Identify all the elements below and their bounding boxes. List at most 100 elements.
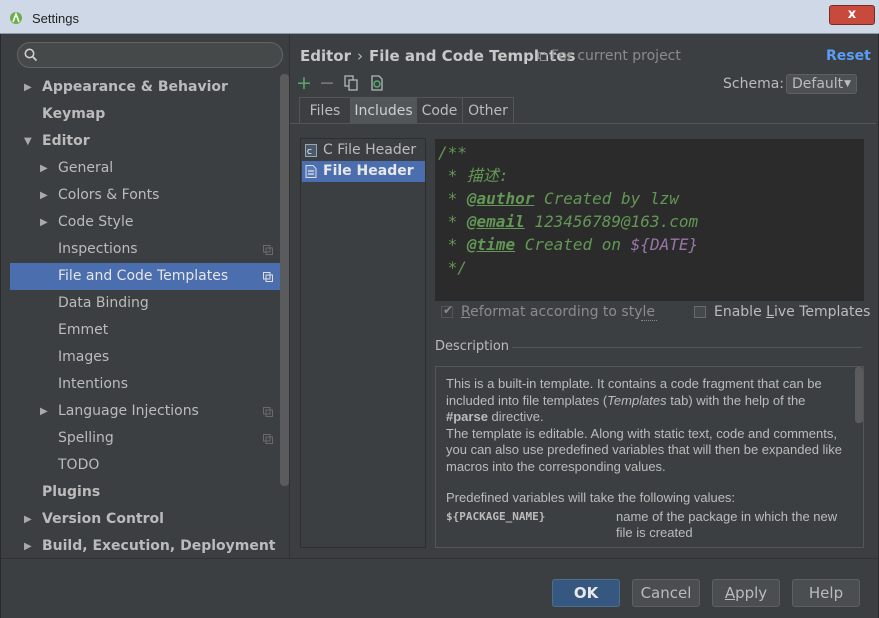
breadcrumb-separator: ›: [357, 47, 363, 65]
tree-item[interactable]: Intentions: [10, 371, 289, 398]
tree-item-label: Colors & Fonts: [58, 187, 160, 203]
search-icon: [24, 48, 38, 62]
description-text: 描述:: [466, 166, 509, 185]
tree-item[interactable]: Images: [10, 344, 289, 371]
comment-prefix: *: [438, 235, 467, 254]
copy-template-icon[interactable]: [344, 75, 358, 91]
tree-item[interactable]: Plugins: [10, 479, 289, 506]
tree-item-label: Version Control: [42, 511, 164, 527]
panel-divider: [289, 34, 290, 558]
email-text: 123456789@163.com: [524, 212, 699, 231]
svg-text:C: C: [307, 148, 312, 156]
description-paragraph: The template is editable. Along with sta…: [446, 425, 843, 474]
code-line: * @author Created by lzw: [438, 187, 679, 210]
close-button[interactable]: x: [829, 5, 875, 25]
tree-item-label: Code Style: [58, 214, 134, 230]
apply-button[interactable]: Apply: [712, 579, 780, 607]
button-bar-divider: [1, 558, 878, 559]
add-template-button[interactable]: +: [296, 74, 312, 93]
tab-code[interactable]: Code: [416, 97, 463, 123]
live-label-rest: ive Templates: [773, 304, 871, 320]
code-line: /**: [438, 141, 467, 164]
chevron-right-icon[interactable]: ▶: [24, 506, 32, 533]
chevron-down-icon[interactable]: ▼: [24, 128, 32, 155]
tree-item[interactable]: Keymap: [10, 101, 289, 128]
template-item[interactable]: C C File Header: [302, 140, 425, 161]
time-text: Created on: [515, 235, 631, 254]
tree-item[interactable]: ▶ Version Control: [10, 506, 289, 533]
tab-files[interactable]: Files: [299, 97, 351, 123]
chevron-right-icon[interactable]: ▶: [40, 398, 48, 425]
chevron-right-icon[interactable]: ▶: [40, 209, 48, 236]
reformat-label-text: eformat according to style: [470, 304, 655, 320]
code-line: * @time Created on ${DATE}: [438, 233, 698, 256]
tree-item[interactable]: ▶ Appearance & Behavior: [10, 74, 289, 101]
tree-item[interactable]: TODO: [10, 452, 289, 479]
tree-item[interactable]: ▶ Code Style: [10, 209, 289, 236]
description-label: Description: [435, 339, 510, 354]
template-editor[interactable]: /** * 描述: * @author Created by lzw * @em…: [435, 139, 864, 301]
reformat-label[interactable]: Reformat according to style: [461, 304, 655, 320]
comment-close: */: [438, 258, 467, 277]
reformat-mnemonic: R: [461, 304, 471, 320]
email-tag: @email: [466, 212, 525, 231]
breadcrumb: Editor › File and Code Templates: [300, 47, 575, 65]
chevron-right-icon[interactable]: ▶: [40, 155, 48, 182]
tree-item[interactable]: File and Code Templates: [10, 263, 289, 290]
tree-item[interactable]: Emmet: [10, 317, 289, 344]
tab-underline: [290, 123, 876, 124]
window-title: Settings: [32, 11, 79, 26]
project-scope-icon: [538, 52, 547, 61]
tree-item-label: Inspections: [58, 241, 138, 257]
project-scope-icon: [263, 245, 273, 255]
reset-template-icon[interactable]: [370, 75, 384, 91]
tree-item[interactable]: ▶ Language Injections: [10, 398, 289, 425]
schema-dropdown[interactable]: Default ▼: [786, 74, 857, 94]
tree-item[interactable]: Data Binding: [10, 290, 289, 317]
remove-template-button[interactable]: −: [319, 74, 335, 93]
comment-prefix: *: [438, 166, 467, 185]
tree-item-label: Build, Execution, Deployment: [42, 538, 276, 554]
tree-item-label: Data Binding: [58, 295, 149, 311]
tree-scrollbar[interactable]: [280, 74, 289, 486]
tree-item-label: Spelling: [58, 430, 114, 446]
tree-item[interactable]: ▼ Editor: [10, 128, 289, 155]
tree-item-label: Emmet: [58, 322, 109, 338]
tree-item[interactable]: Inspections: [10, 236, 289, 263]
description-separator: [512, 347, 862, 348]
resize-grip[interactable]: [641, 320, 657, 323]
help-button[interactable]: Help: [792, 579, 860, 607]
project-scope-icon: [263, 407, 273, 417]
author-text: Created by lzw: [534, 189, 679, 208]
live-templates-label[interactable]: Enable Live Templates: [714, 304, 870, 320]
template-item[interactable]: File Header: [302, 161, 425, 182]
tree-item-label: Images: [58, 349, 110, 365]
variable-description: name of the package in which the new fil…: [616, 508, 838, 541]
comment-open: /**: [438, 143, 467, 162]
chevron-right-icon[interactable]: ▶: [40, 182, 48, 209]
live-templates-checkbox[interactable]: [694, 306, 706, 318]
tree-item[interactable]: ▶ Colors & Fonts: [10, 182, 289, 209]
chevron-right-icon[interactable]: ▶: [24, 74, 32, 101]
project-scope-icon: [263, 434, 273, 444]
breadcrumb-editor: Editor: [300, 47, 351, 65]
tree-item[interactable]: ▶ General: [10, 155, 289, 182]
comment-prefix: *: [438, 212, 467, 231]
checkmark-icon: ✔: [443, 303, 454, 317]
chevron-right-icon[interactable]: ▶: [24, 533, 32, 560]
search-input[interactable]: [17, 42, 283, 68]
tab-includes[interactable]: Includes: [350, 97, 417, 123]
tree-item[interactable]: Spelling: [10, 425, 289, 452]
android-studio-icon: [10, 11, 22, 24]
ok-button[interactable]: OK: [552, 579, 620, 607]
title-bar: [0, 0, 879, 34]
tree-item[interactable]: ▶ Build, Execution, Deployment: [10, 533, 289, 560]
reset-link[interactable]: Reset: [826, 48, 871, 64]
template-list: C C File Header File Header: [300, 138, 426, 548]
variable-row: ${PACKAGE_NAME} name of the package in w…: [446, 509, 846, 545]
tree-item-label: TODO: [58, 457, 100, 473]
description-scrollbar[interactable]: [855, 367, 863, 423]
tab-other[interactable]: Other: [462, 97, 514, 123]
file-icon: [305, 165, 317, 178]
cancel-button[interactable]: Cancel: [632, 579, 700, 607]
